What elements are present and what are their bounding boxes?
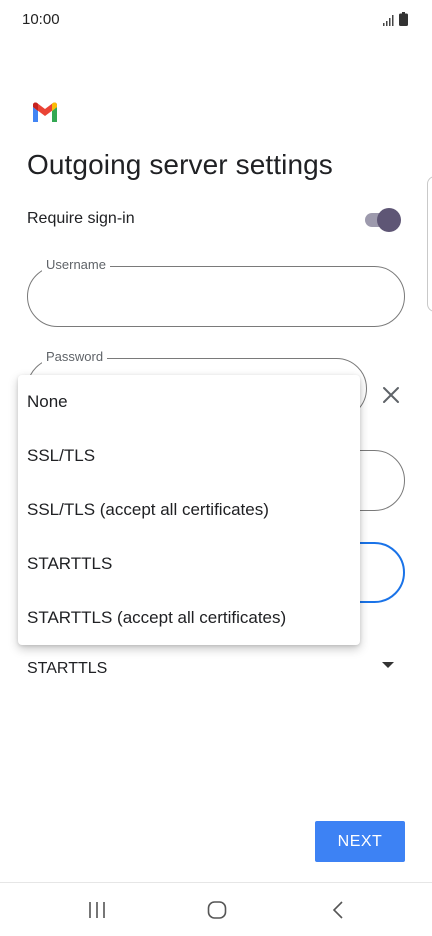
menu-item-starttls-accept-all[interactable]: STARTTLS (accept all certificates) bbox=[18, 591, 360, 645]
status-bar: 10:00 bbox=[0, 0, 432, 40]
home-icon[interactable] bbox=[205, 899, 229, 921]
require-signin-label: Require sign-in bbox=[27, 210, 135, 227]
dropdown-arrow-icon bbox=[382, 662, 394, 668]
menu-item-ssl-tls-accept-all[interactable]: SSL/TLS (accept all certificates) bbox=[18, 483, 360, 537]
require-signin-toggle[interactable] bbox=[363, 208, 401, 232]
menu-item-starttls[interactable]: STARTTLS bbox=[18, 537, 360, 591]
edge-panel-handle[interactable] bbox=[427, 176, 432, 312]
menu-item-ssl-tls[interactable]: SSL/TLS bbox=[18, 429, 360, 483]
security-dropdown-menu: None SSL/TLS SSL/TLS (accept all certifi… bbox=[18, 375, 360, 645]
password-label: Password bbox=[42, 349, 108, 364]
menu-item-none[interactable]: None bbox=[18, 375, 360, 429]
back-icon[interactable] bbox=[327, 899, 351, 921]
toggle-thumb bbox=[377, 208, 401, 232]
next-button[interactable]: NEXT bbox=[315, 821, 405, 862]
username-field[interactable]: Username bbox=[27, 257, 405, 327]
status-icons bbox=[382, 12, 408, 26]
signal-icon bbox=[383, 15, 394, 26]
recent-apps-icon[interactable] bbox=[85, 899, 109, 921]
gmail-logo-icon bbox=[33, 102, 57, 122]
page-title: Outgoing server settings bbox=[27, 149, 333, 180]
security-type-value: STARTTLS bbox=[27, 660, 108, 677]
battery-icon bbox=[399, 12, 408, 26]
security-type-select[interactable]: STARTTLS bbox=[27, 652, 405, 682]
navigation-bar bbox=[0, 883, 432, 936]
status-time: 10:00 bbox=[22, 11, 60, 28]
close-icon[interactable] bbox=[380, 384, 402, 406]
username-label: Username bbox=[42, 257, 110, 272]
